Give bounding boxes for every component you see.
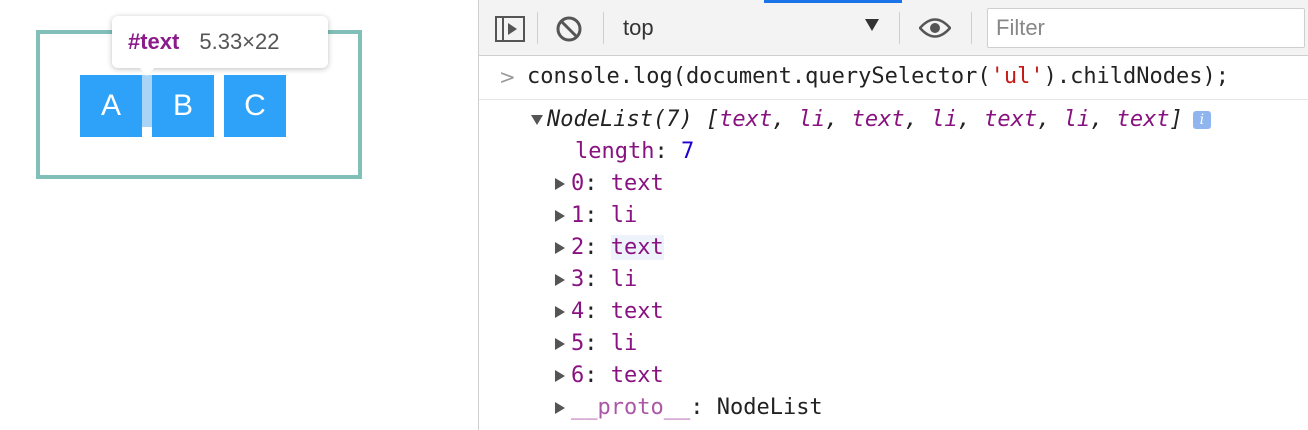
nodelist-entry[interactable]: 0: text [555, 168, 664, 200]
summary-item: li [931, 107, 958, 132]
entry-value: li [610, 203, 638, 228]
tooltip-node-size: 5.33×22 [199, 29, 280, 54]
expand-arrow-icon[interactable] [555, 178, 565, 190]
info-icon[interactable]: i [1192, 111, 1211, 129]
sidebar-toggle-icon[interactable] [495, 16, 525, 42]
expand-arrow-icon[interactable] [555, 210, 565, 222]
context-selector[interactable]: top [623, 12, 883, 44]
filter-input[interactable] [987, 8, 1305, 48]
eye-icon[interactable] [919, 17, 951, 39]
toolbar-separator [537, 12, 538, 44]
expand-arrow-icon[interactable] [531, 115, 543, 125]
tooltip-arrow [138, 66, 156, 76]
length-key: length [575, 139, 655, 164]
entry-index: 2 [571, 235, 585, 260]
entry-index: 3 [571, 267, 585, 292]
nodelist-entry[interactable]: 3: li [555, 264, 637, 296]
entry-index: 0 [571, 171, 585, 196]
length-value: 7 [680, 139, 695, 164]
entry-value: li [610, 267, 638, 292]
console-command-row: > console.log(document.querySelector('ul… [479, 61, 1308, 100]
length-row: length: 7 [575, 139, 695, 164]
nodelist-entry[interactable]: 5: li [555, 328, 637, 360]
proto-key: __proto__ [571, 395, 691, 420]
entry-value: text [610, 299, 664, 324]
active-tab-indicator [764, 0, 902, 3]
page-preview: A B C #text 5.33×22 [0, 0, 478, 430]
summary-item: text [851, 107, 905, 132]
nodelist-entry[interactable]: 1: li [555, 200, 637, 232]
entry-value-hovered[interactable]: text [610, 235, 664, 260]
expand-arrow-icon[interactable] [555, 338, 565, 350]
list-item-a: A [80, 75, 142, 137]
expand-arrow-icon[interactable] [555, 370, 565, 382]
expand-arrow-icon[interactable] [555, 306, 565, 318]
command-suffix: ).childNodes); [1043, 64, 1230, 89]
entry-value: li [610, 331, 638, 356]
proto-value: NodeList [716, 395, 823, 420]
summary-item: text [1116, 107, 1170, 132]
nodelist-entry[interactable]: 6: text [555, 360, 664, 392]
nodelist-entry[interactable]: 2: text [555, 232, 664, 264]
console-command: console.log(document.querySelector('ul')… [527, 61, 1229, 93]
summary-item: text [719, 107, 773, 132]
command-prefix: console.log(document.querySelector( [527, 64, 991, 89]
summary-item: text [984, 107, 1038, 132]
nodelist-entry[interactable]: 4: text [555, 296, 664, 328]
summary-item: li [798, 107, 826, 132]
devtools-panel: top > console.log(document.querySelector… [478, 0, 1308, 430]
entry-value: text [610, 363, 664, 388]
command-string: 'ul' [990, 64, 1044, 89]
clear-console-icon[interactable] [555, 15, 583, 43]
entry-index: 5 [571, 331, 585, 356]
list-item-c: C [224, 75, 286, 137]
toolbar-separator [971, 12, 972, 44]
toolbar-separator [899, 12, 900, 44]
text-node-highlight [142, 75, 152, 127]
expand-arrow-icon[interactable] [555, 242, 565, 254]
entry-index: 1 [571, 203, 585, 228]
summary-head: NodeList(7) [ [547, 107, 720, 132]
entry-index: 6 [571, 363, 585, 388]
summary-tail: ] [1169, 107, 1183, 132]
nodelist-summary[interactable]: NodeList(7) [text, li, text, li, text, l… [531, 104, 1211, 136]
console-output: > console.log(document.querySelector('ul… [479, 56, 1308, 430]
expand-arrow-icon[interactable] [555, 274, 565, 286]
prompt-chevron: > [499, 65, 516, 89]
expand-arrow-icon[interactable] [555, 402, 565, 414]
console-toolbar: top [479, 0, 1308, 56]
entry-value: text [610, 171, 664, 196]
tooltip-node-name: #text [128, 29, 180, 54]
toolbar-separator [603, 12, 604, 44]
inspect-tooltip: #text 5.33×22 [112, 16, 328, 68]
chevron-down-icon[interactable] [865, 19, 879, 31]
proto-entry[interactable]: __proto__: NodeList [555, 392, 823, 424]
entry-index: 4 [571, 299, 585, 324]
summary-item: li [1063, 107, 1091, 132]
list-item-b: B [152, 75, 214, 137]
